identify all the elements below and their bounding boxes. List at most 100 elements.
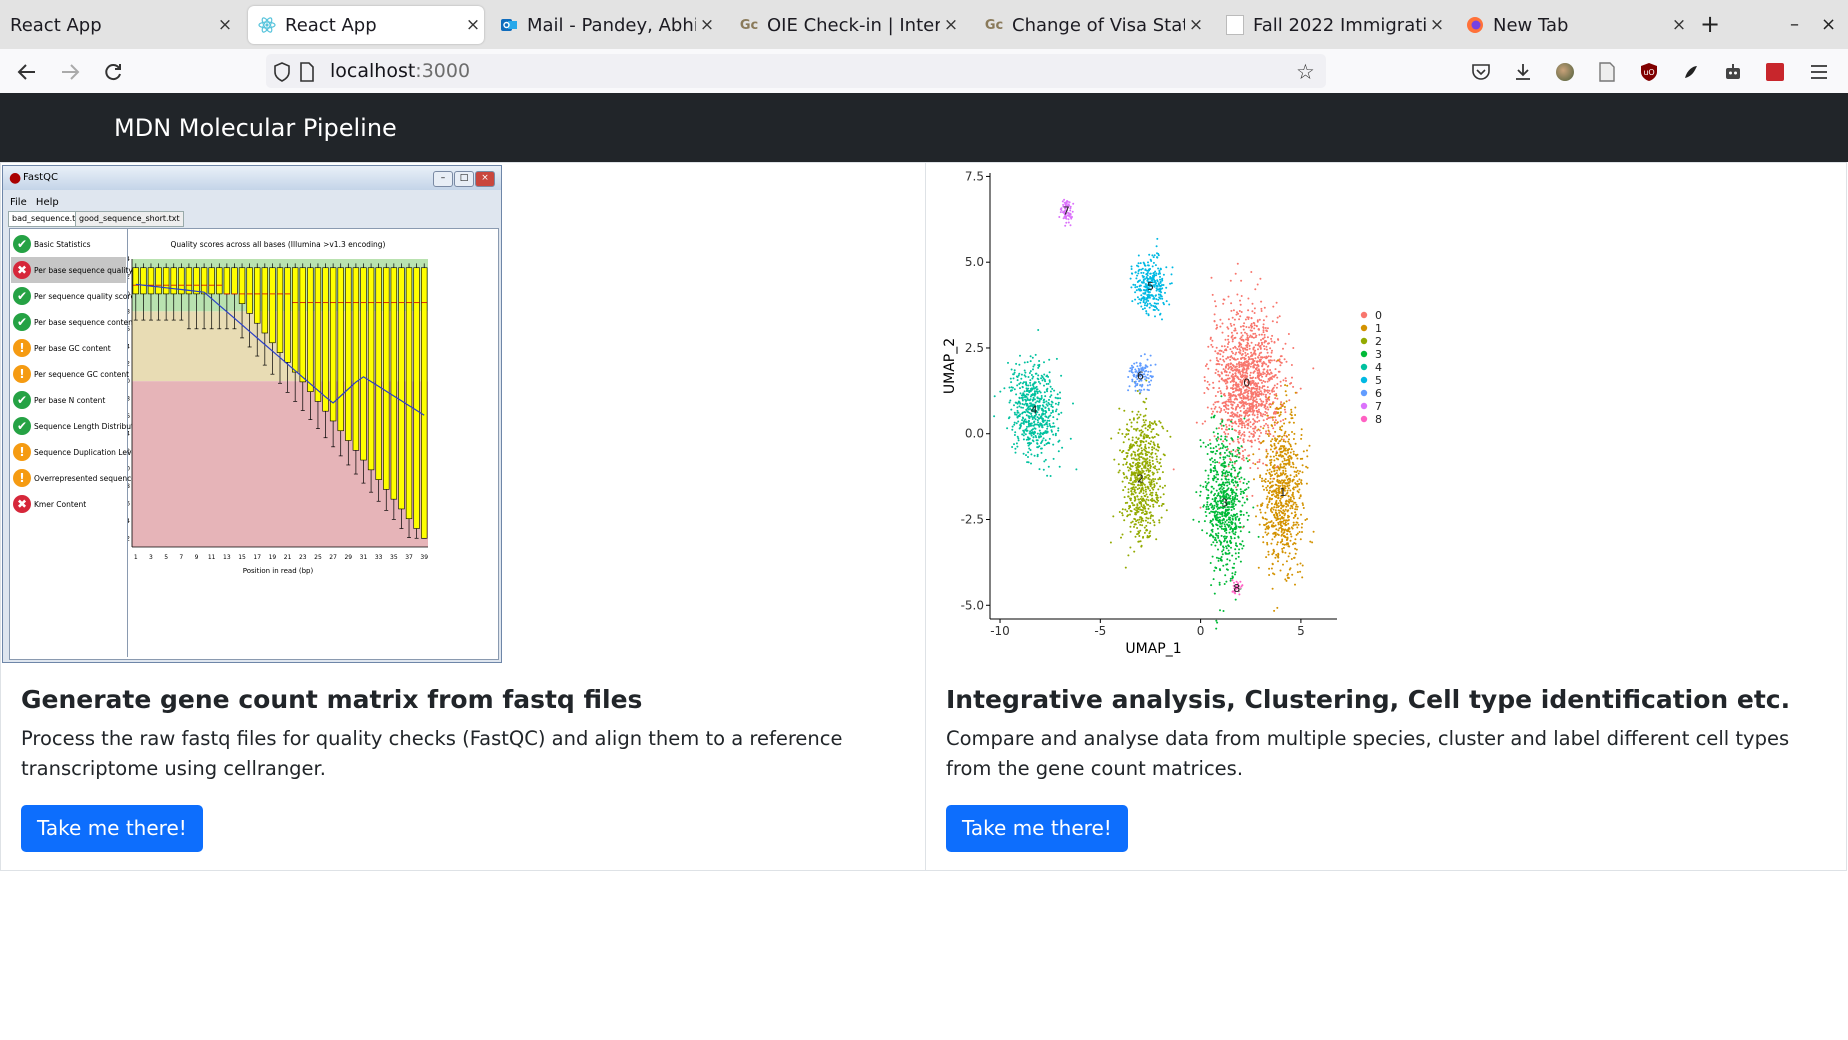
tab-close-icon[interactable]: × (1668, 15, 1690, 35)
umap-point-cluster-0 (1216, 359, 1219, 362)
browser-tab[interactable]: Mail - Pandey, Abhisl × (490, 6, 718, 44)
umap-point-cluster-2 (1146, 496, 1149, 498)
browser-tab[interactable]: React App × (0, 6, 236, 44)
account-avatar-icon[interactable] (1554, 61, 1576, 83)
umap-point-cluster-2 (1135, 440, 1138, 443)
umap-point-cluster-1 (1292, 491, 1294, 494)
browser-tab[interactable]: Fall 2022 Immigration× (1216, 6, 1448, 44)
umap-point-cluster-3 (1235, 488, 1238, 491)
url-text[interactable]: localhost:3000 (330, 60, 470, 82)
umap-point-cluster-3 (1228, 483, 1231, 485)
pocket-icon[interactable] (1470, 61, 1492, 83)
browser-tab[interactable]: Gc Change of Visa Statu × (975, 6, 1207, 44)
umap-point-cluster-3 (1206, 501, 1209, 504)
umap-point-cluster-1 (1285, 543, 1288, 546)
umap-point-cluster-2 (1147, 451, 1149, 454)
minimize-window-icon[interactable]: – (1790, 14, 1799, 35)
browser-tab[interactable]: React App × (248, 6, 484, 44)
tab-close-icon[interactable]: × (696, 15, 718, 35)
tab-close-icon[interactable]: × (1185, 15, 1207, 35)
umap-point-cluster-1 (1291, 431, 1293, 433)
umap-point-cluster-0 (1288, 399, 1291, 402)
shield-icon[interactable] (273, 62, 291, 86)
tab-close-icon[interactable]: × (940, 15, 962, 35)
umap-point-cluster-2 (1151, 456, 1154, 459)
umap-point-cluster-5 (1153, 254, 1156, 257)
umap-point-cluster-0 (1272, 435, 1275, 438)
umap-point-cluster-0 (1242, 411, 1245, 414)
umap-point-cluster-2 (1133, 523, 1136, 526)
back-button[interactable] (14, 59, 40, 85)
umap-point-cluster-1 (1264, 531, 1267, 534)
tab-close-icon[interactable]: × (1426, 15, 1448, 35)
umap-point-cluster-3 (1221, 442, 1223, 445)
bookmark-star-icon[interactable]: ☆ (1296, 60, 1315, 84)
browser-tab[interactable]: Gc OIE Check-in | Intern × (730, 6, 962, 44)
umap-point-cluster-1 (1281, 533, 1284, 536)
umap-point-cluster-1 (1280, 473, 1283, 476)
take-me-there-button[interactable]: Take me there! (946, 805, 1128, 852)
umap-point-cluster-0 (1244, 351, 1247, 354)
puzzle-extension-icon[interactable] (1764, 61, 1786, 83)
forward-button[interactable] (57, 59, 83, 85)
page-info-icon[interactable] (299, 62, 315, 86)
umap-point-cluster-1 (1275, 484, 1278, 486)
umap-point-cluster-0 (1209, 359, 1212, 362)
umap-point-cluster-4 (1025, 387, 1028, 390)
robot-extension-icon[interactable] (1722, 61, 1744, 83)
umap-point-cluster-0 (1256, 420, 1259, 423)
tab-close-icon[interactable]: × (462, 15, 484, 35)
umap-point-cluster-2 (1122, 441, 1125, 444)
umap-point-cluster-3 (1218, 583, 1221, 586)
fastqc-x-tick-label: 1 (134, 554, 138, 561)
umap-point-cluster-1 (1271, 494, 1274, 496)
umap-point-cluster-2 (1141, 524, 1144, 527)
umap-point-cluster-4 (1021, 386, 1024, 389)
url-bar[interactable]: localhost:3000 ☆ (266, 54, 1326, 88)
umap-point-cluster-4 (1029, 370, 1032, 373)
umap-point-cluster-0 (1257, 356, 1260, 359)
extension-icon[interactable] (1680, 61, 1702, 83)
warn-status-icon: ! (13, 365, 31, 383)
umap-point-cluster-3 (1224, 574, 1227, 577)
reader-view-icon[interactable] (1596, 61, 1618, 83)
umap-point-cluster-4 (1033, 387, 1036, 390)
umap-point-cluster-0 (1262, 393, 1265, 396)
umap-point-cluster-5 (1147, 293, 1150, 296)
umap-point-cluster-0 (1246, 336, 1249, 339)
new-tab-button[interactable]: + (1700, 10, 1720, 38)
umap-point-cluster-0 (1256, 461, 1259, 464)
close-window-icon[interactable]: × (1821, 14, 1836, 35)
umap-point-cluster-1 (1266, 503, 1269, 506)
umap-point-cluster-2 (1156, 460, 1159, 463)
umap-point-cluster-0 (1227, 392, 1230, 395)
downloads-icon[interactable] (1512, 61, 1534, 83)
take-me-there-button[interactable]: Take me there! (21, 805, 203, 852)
umap-point-cluster-4 (1013, 369, 1016, 372)
umap-point-cluster-3 (1235, 455, 1238, 458)
umap-point-cluster-0 (1231, 367, 1234, 370)
umap-point-cluster-0 (1246, 346, 1249, 349)
umap-point-cluster-3 (1227, 463, 1230, 466)
umap-point-cluster-2 (1144, 502, 1147, 505)
umap-point-cluster-2 (1145, 529, 1148, 532)
umap-point-cluster-4 (1022, 434, 1025, 437)
umap-point-cluster-1 (1286, 533, 1289, 536)
tab-close-icon[interactable]: × (214, 15, 236, 35)
browser-tab[interactable]: New Tab × (1456, 6, 1690, 44)
umap-point-cluster-3 (1214, 532, 1217, 535)
hamburger-menu-icon[interactable] (1808, 61, 1830, 83)
umap-point-cluster-0 (1228, 371, 1231, 374)
ublock-icon[interactable]: uO (1638, 61, 1660, 83)
umap-point-cluster-0 (1231, 338, 1234, 341)
quality-box (383, 267, 390, 490)
umap-point-cluster-3 (1215, 427, 1218, 430)
umap-point-cluster-2 (1139, 529, 1142, 532)
app-brand[interactable]: MDN Molecular Pipeline (114, 114, 397, 142)
umap-point-cluster-3 (1245, 457, 1248, 460)
umap-point-cluster-2 (1156, 443, 1159, 446)
umap-point-cluster-3 (1211, 555, 1214, 558)
umap-point-cluster-3 (1229, 461, 1232, 464)
umap-point-cluster-1 (1291, 507, 1294, 510)
reload-button[interactable] (100, 59, 126, 85)
